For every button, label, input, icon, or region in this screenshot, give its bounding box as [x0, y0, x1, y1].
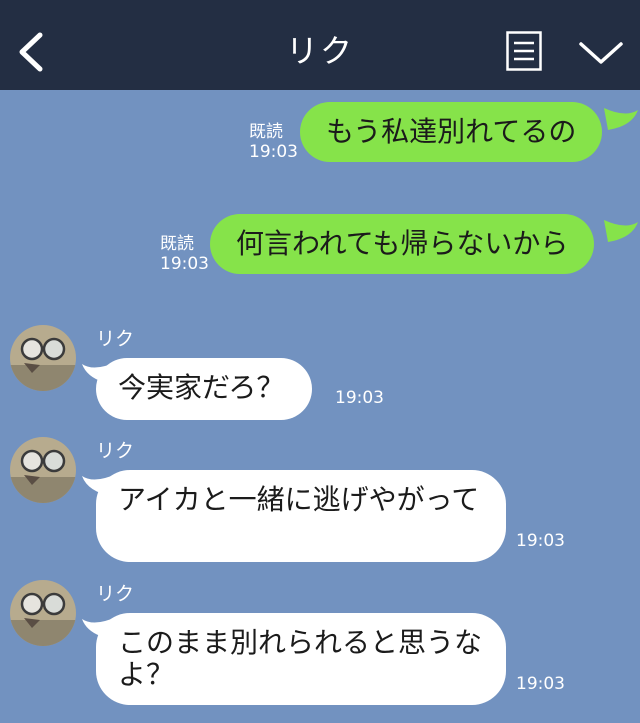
message-bubble-outgoing[interactable]: もう私達別れてるの	[300, 102, 603, 162]
message-time: 19:03	[335, 388, 384, 408]
message-time: 19:03	[160, 254, 209, 274]
bubble-tail-icon	[604, 220, 638, 242]
read-receipt: 既読	[160, 234, 194, 254]
avatar[interactable]	[10, 580, 76, 646]
sender-name: リク	[96, 583, 135, 605]
message-bubble-incoming[interactable]: アイカと一緒に逃げやがって	[96, 470, 506, 562]
avatar[interactable]	[10, 325, 76, 391]
message-bubble-incoming[interactable]: このまま別れられると思うなよ？	[96, 613, 506, 705]
message-time: 19:03	[516, 674, 565, 694]
bubble-tail-icon	[604, 108, 638, 130]
sender-name: リク	[96, 328, 135, 350]
message-bubble-incoming[interactable]: 今実家だろ？	[96, 358, 313, 420]
chevron-down-icon[interactable]	[578, 38, 624, 68]
sender-name: リク	[96, 440, 135, 462]
message-meta: 既読 19:03	[249, 122, 298, 162]
avatar[interactable]	[10, 437, 76, 503]
message-bubble-outgoing[interactable]: 何言われても帰らないから	[210, 214, 595, 274]
message-time: 19:03	[516, 531, 565, 551]
chat-title: リク	[285, 32, 354, 70]
chat-header: リク	[0, 0, 640, 90]
read-receipt: 既読	[249, 122, 283, 142]
message-meta: 既読 19:03	[160, 234, 209, 274]
notes-menu-icon[interactable]	[506, 31, 542, 71]
message-time: 19:03	[249, 142, 298, 162]
